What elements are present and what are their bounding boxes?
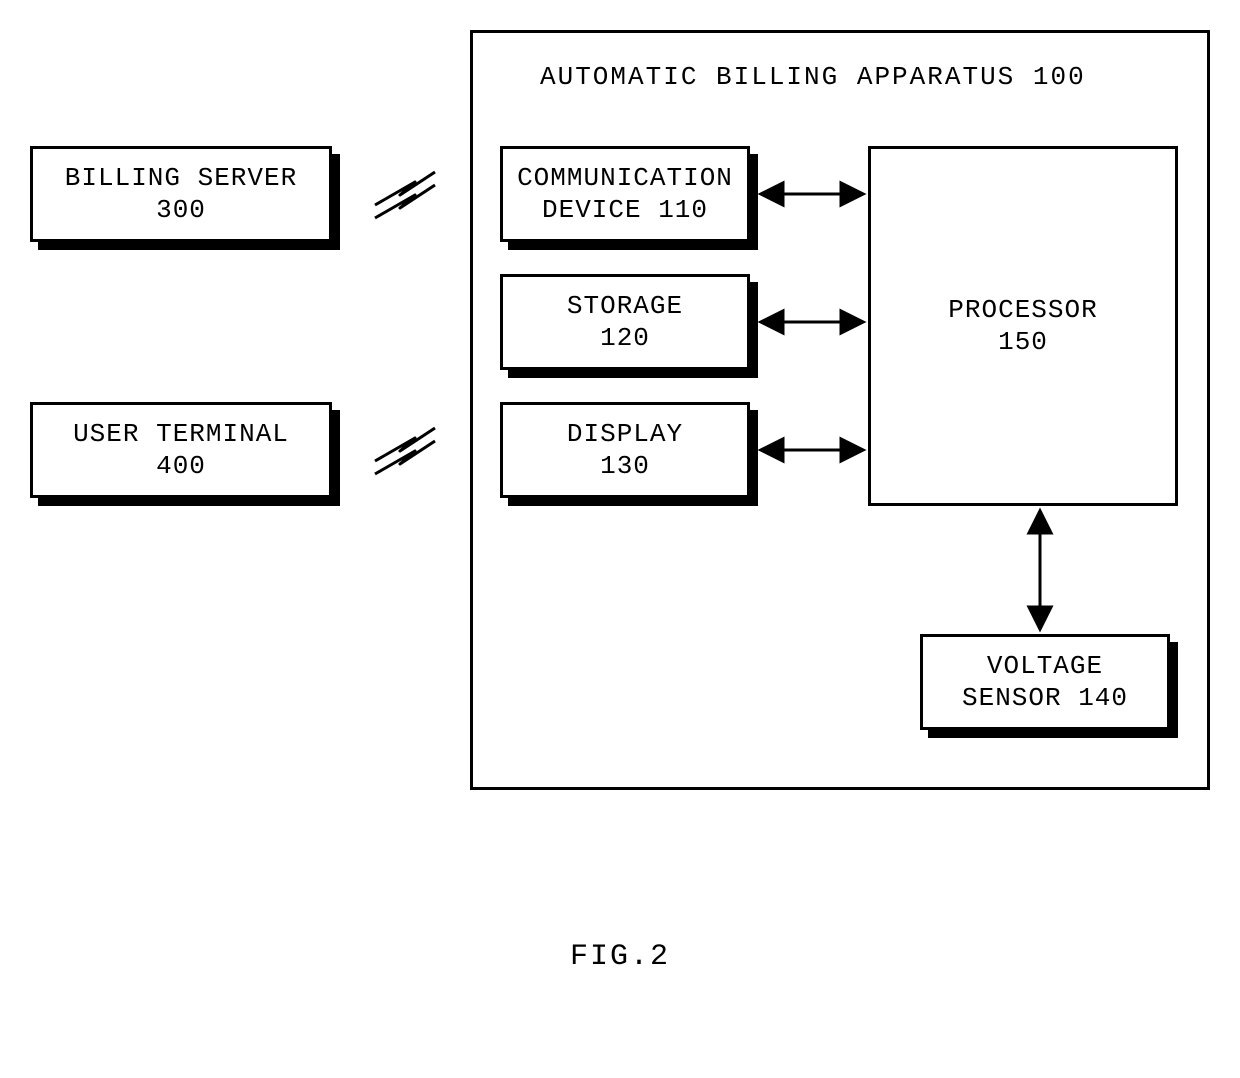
billing-server-label: BILLING SERVER <box>65 162 297 195</box>
display-num: 130 <box>600 450 650 483</box>
figure-caption: FIG.2 <box>570 940 670 974</box>
voltage-sensor-box: VOLTAGE SENSOR 140 <box>920 634 1170 730</box>
processor-box: PROCESSOR 150 <box>868 146 1178 506</box>
communication-box: COMMUNICATION DEVICE 110 <box>500 146 750 242</box>
billing-server-box: BILLING SERVER 300 <box>30 146 332 242</box>
user-terminal-box: USER TERMINAL 400 <box>30 402 332 498</box>
voltage-sensor-sub: SENSOR 140 <box>962 682 1128 715</box>
user-terminal-num: 400 <box>156 450 206 483</box>
apparatus-title: AUTOMATIC BILLING APPARATUS 100 <box>540 62 1086 92</box>
wireless-icon <box>370 426 440 476</box>
voltage-sensor-label: VOLTAGE <box>987 650 1103 683</box>
communication-sub: DEVICE 110 <box>542 194 708 227</box>
billing-server-num: 300 <box>156 194 206 227</box>
wireless-icon <box>370 170 440 220</box>
display-box: DISPLAY 130 <box>500 402 750 498</box>
display-label: DISPLAY <box>567 418 683 451</box>
user-terminal-label: USER TERMINAL <box>73 418 289 451</box>
processor-label: PROCESSOR <box>948 294 1097 327</box>
processor-num: 150 <box>998 326 1048 359</box>
communication-label: COMMUNICATION <box>517 162 733 195</box>
storage-num: 120 <box>600 322 650 355</box>
storage-box: STORAGE 120 <box>500 274 750 370</box>
storage-label: STORAGE <box>567 290 683 323</box>
